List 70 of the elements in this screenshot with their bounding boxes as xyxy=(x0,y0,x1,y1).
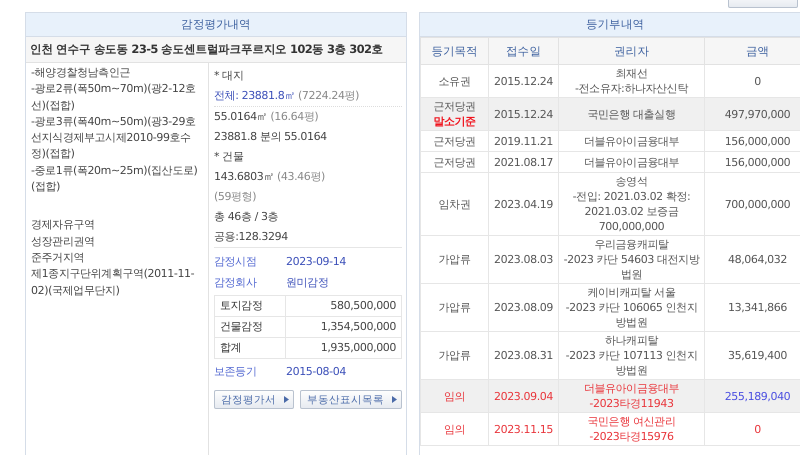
date-cell: 2023.04.19 xyxy=(488,172,558,236)
building-area: 143.6803㎡ xyxy=(214,170,274,183)
amount-label: 건물감정 xyxy=(214,316,286,338)
purpose-cell: 임차권 xyxy=(438,198,470,210)
date-cell: 2019.11.21 xyxy=(488,130,558,152)
play-arrow-icon xyxy=(284,396,289,403)
info-label: 감정회사 xyxy=(214,275,258,291)
amount-label: 토지감정 xyxy=(214,296,286,316)
road-note: -광로2류(폭50m~70m)(광2-12호선)(접합) xyxy=(31,81,197,114)
holder-cell: 더블유아이금융대부 xyxy=(558,130,704,152)
zone-label: 성장관리권역 xyxy=(31,234,96,250)
holder-cell: 송영석 -전입: 2021.03.02 확정: 2021.03.02 보증금 700,000,000 xyxy=(558,172,704,236)
size-class: (59평형) xyxy=(214,189,258,205)
date-cell: 2023.09.04 xyxy=(488,380,558,412)
purpose-cell: 가압류 xyxy=(438,253,470,266)
column-header: 접수일 xyxy=(488,38,558,64)
info-label: 감정시점 xyxy=(214,254,258,270)
floor-info: 총 46층 / 3층 xyxy=(214,209,280,225)
purpose-cell: 소유권 xyxy=(438,74,470,88)
amount-value: 1,354,500,000 xyxy=(286,316,402,338)
date-cell: 2023.08.03 xyxy=(488,236,558,284)
holder-cell: 더블유아이금융대부 -2023타경11943 xyxy=(558,380,704,412)
purpose-cell: 임의 xyxy=(444,422,466,436)
info-value: 2023-09-14 xyxy=(286,254,346,270)
column-header: 등기목적 xyxy=(420,38,488,64)
holder-cell: 더블유아이금융대부 xyxy=(558,152,704,172)
building-heading: * 건물 xyxy=(214,149,244,165)
purpose-cell: 근저당권 xyxy=(433,156,476,168)
purpose-cell: 근저당권 xyxy=(433,134,476,148)
info-label: 보존등기 xyxy=(214,364,258,380)
document-button[interactable]: 부동산표시목록 xyxy=(300,390,402,409)
land-area-pyeong: (16.64평) xyxy=(270,110,318,123)
column-header: 금액 xyxy=(704,38,800,64)
date-cell: 2021.08.17 xyxy=(488,152,558,172)
panel-title: 감정평가내역 xyxy=(26,13,406,37)
holder-cell: 국민은행 여신관리 -2023타경15976 xyxy=(558,412,704,446)
land-total-pyeong: (7224.24평) xyxy=(298,89,360,102)
zone-label: 경제자유구역 xyxy=(31,217,96,234)
road-note: -해양경찰청남측인근 xyxy=(31,65,131,81)
date-cell: 2023.11.15 xyxy=(488,412,558,446)
purpose-cell: 임의 xyxy=(444,390,466,402)
amount-label: 합계 xyxy=(214,338,286,358)
document-button[interactable]: 감정평가서 xyxy=(214,390,294,409)
common-area: 공용:128.3294 xyxy=(214,230,288,243)
holder-cell: 우리금융캐피탈 -2023 카단 54603 대전지방법원 xyxy=(558,236,704,284)
property-address: 인천 연수구 송도동 23-5 송도센트럴파크푸르지오 102동 3층 302호 xyxy=(26,37,406,63)
amount-value: 580,500,000 xyxy=(286,296,402,316)
purpose-cell: 가압류 xyxy=(438,349,470,362)
zone-label: 준주거지역 xyxy=(31,250,86,266)
play-arrow-icon xyxy=(392,396,397,403)
info-value: 원미감정 xyxy=(286,275,328,291)
amount-value: 1,935,000,000 xyxy=(286,338,402,358)
baseline-note: 말소기준 xyxy=(432,114,477,129)
panel-title: 등기부내역 xyxy=(420,13,800,37)
purpose-cell-text: 근저당권 xyxy=(432,99,477,114)
land-heading: * 대지 xyxy=(214,68,244,84)
purpose-cell: 가압류 xyxy=(438,301,470,314)
date-cell: 2023.08.09 xyxy=(488,284,558,332)
holder-cell: 국민은행 대출실행 xyxy=(558,98,704,130)
info-value: 2015-08-04 xyxy=(286,364,346,380)
column-header: 권리자 xyxy=(558,38,704,64)
land-area: 55.0164㎡ xyxy=(214,110,268,123)
zone-label: 제1종지구단위계획구역(2011-11-02)(국제업무단지) xyxy=(31,266,196,299)
date-cell: 2015.12.24 xyxy=(488,98,558,130)
land-share: 23881.8 분의 55.0164 xyxy=(214,129,328,145)
land-total: 전체: 23881.8㎡ xyxy=(214,89,295,102)
road-note: -광로3류(폭40m~50m)(광3-29호선지식경제부고시제2010-99호수정)(접합) xyxy=(31,114,197,162)
building-area-pyeong: (43.46평) xyxy=(277,170,325,183)
road-note: -중로1류(폭20m~25m)(집산도로)(접합) xyxy=(31,162,198,196)
holder-cell: 케이비캐피탈 서울 -2023 카단 106065 인천지방법원 xyxy=(558,284,704,332)
